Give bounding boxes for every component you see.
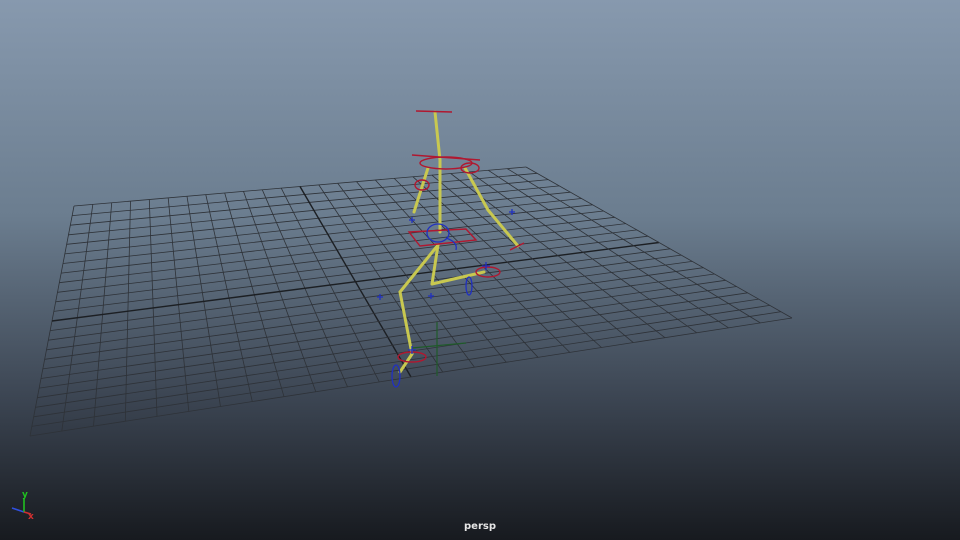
hip-rotate-arc[interactable] bbox=[445, 237, 457, 251]
grid-line bbox=[48, 254, 682, 341]
grid-line bbox=[318, 184, 444, 373]
grid-line bbox=[46, 261, 693, 351]
grid-line bbox=[39, 286, 737, 389]
left-ankle-control[interactable] bbox=[391, 364, 401, 388]
grid-line bbox=[488, 169, 729, 329]
hip-control[interactable] bbox=[426, 223, 450, 243]
view-axis-gizmo: y x bbox=[11, 490, 34, 522]
bone-right-upper-arm[interactable] bbox=[463, 166, 490, 212]
camera-name-label: persp bbox=[464, 521, 496, 532]
right-knee-pole[interactable] bbox=[428, 293, 434, 299]
ground-grid bbox=[29, 166, 793, 437]
z-axis-line bbox=[11, 507, 25, 513]
y-axis-label: y bbox=[22, 490, 28, 500]
scene-canvas[interactable] bbox=[0, 0, 960, 540]
bone-neck[interactable] bbox=[433, 110, 442, 162]
head-control[interactable] bbox=[415, 110, 453, 113]
grid-line bbox=[431, 174, 634, 343]
grid-line bbox=[44, 267, 704, 360]
fk-controls[interactable] bbox=[377, 209, 515, 388]
grid-line bbox=[29, 317, 793, 437]
grid-line bbox=[35, 298, 759, 408]
grid-line bbox=[42, 273, 715, 370]
left-knee-pole[interactable] bbox=[377, 294, 383, 300]
grid-line bbox=[375, 179, 539, 358]
perspective-viewport[interactable]: y x persp bbox=[0, 0, 960, 540]
bone-right-forearm[interactable] bbox=[486, 208, 520, 248]
right-foot-pivot[interactable] bbox=[482, 262, 490, 270]
chest-control-tick[interactable] bbox=[411, 154, 481, 161]
